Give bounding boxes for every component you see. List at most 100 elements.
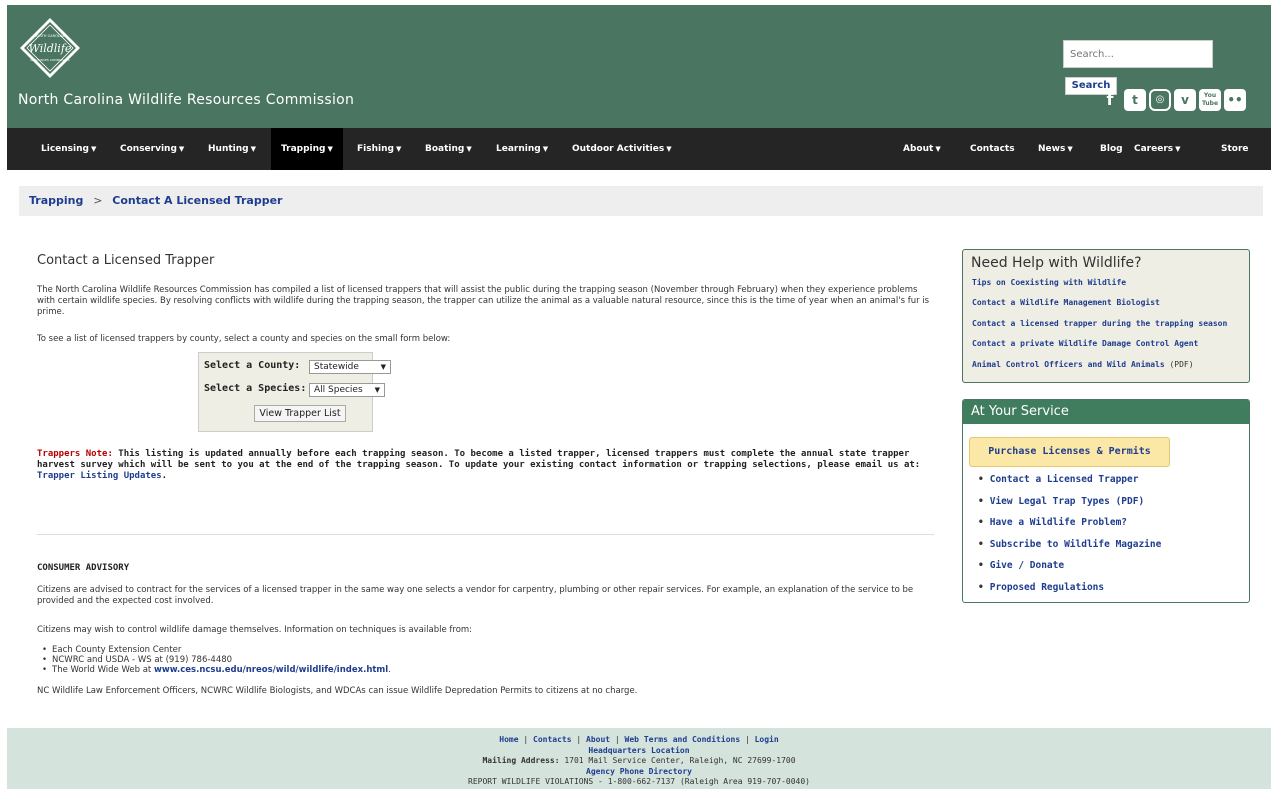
nav-careers[interactable]: Careers ▼ [1134, 128, 1181, 170]
advisory-paragraph-1: Citizens are advised to contract for the… [37, 585, 914, 606]
service-link-regulations[interactable]: • Proposed Regulations [978, 582, 1161, 603]
vimeo-icon[interactable]: v [1174, 89, 1196, 111]
nav-fishing[interactable]: Fishing ▼ [357, 128, 401, 170]
nav-boating[interactable]: Boating ▼ [425, 128, 472, 170]
service-link-magazine[interactable]: • Subscribe to Wildlife Magazine [978, 539, 1161, 561]
trapper-listing-updates-link[interactable]: Trapper Listing Updates [37, 471, 162, 481]
search-input[interactable] [1063, 40, 1213, 68]
nav-about[interactable]: About ▼ [903, 128, 941, 170]
mailing-label: Mailing Address: [482, 756, 560, 765]
page-title: Contact a Licensed Trapper [37, 253, 215, 268]
nav-label: Conserving [120, 144, 177, 154]
chevron-down-icon: ▼ [1175, 145, 1181, 153]
nav-label: Hunting [208, 144, 249, 154]
service-links: • Contact a Licensed Trapper • View Legal … [978, 474, 1161, 603]
footer-terms-link[interactable]: Web Terms and Conditions [625, 735, 741, 744]
nav-label: About [903, 144, 934, 154]
nav-outdoor-activities[interactable]: Outdoor Activities ▼ [572, 128, 672, 170]
service-link-label: View Legal Trap Types (PDF) [989, 495, 1145, 507]
service-link-wildlife-problem[interactable]: • Have a Wildlife Problem? [978, 517, 1161, 539]
instructions-text: To see a list of licensed trappers by co… [37, 334, 451, 344]
footer-login-link[interactable]: Login [755, 735, 779, 744]
nav-label: Outdoor Activities [572, 144, 665, 154]
species-select[interactable]: All Species ▼ [309, 383, 385, 397]
chevron-down-icon: ▼ [1067, 145, 1073, 153]
nav-learning[interactable]: Learning ▼ [496, 128, 548, 170]
list-item: Each County Extension Center [37, 645, 937, 655]
chevron-down-icon: ▼ [374, 386, 380, 394]
footer-sep: | [610, 735, 625, 744]
facebook-icon[interactable]: f [1099, 89, 1121, 111]
trappers-note-end: . [161, 471, 168, 481]
nav-label: Licensing [41, 144, 89, 154]
chevron-down-icon: ▼ [250, 145, 256, 153]
logo-line-2: Wildlife [29, 42, 72, 55]
purchase-licenses-button[interactable]: Purchase Licenses & Permits [969, 437, 1170, 467]
bullet: • [978, 495, 984, 507]
chevron-down-icon: ▼ [395, 145, 402, 153]
help-link-coexisting[interactable]: Tips on Coexisting with Wildlife [972, 278, 1126, 287]
footer-contacts-link[interactable]: Contacts [533, 735, 572, 744]
nav-label: News [1038, 144, 1066, 154]
list-item-prefix: The World Wide Web at [52, 665, 154, 675]
at-your-service-title: At Your Service [963, 400, 1249, 424]
list-item: NCWRC and USDA - WS at (919) 786-4480 [37, 655, 937, 665]
twitter-icon[interactable]: t [1124, 89, 1146, 111]
chevron-down-icon: ▼ [935, 145, 941, 153]
list-item-suffix: . [388, 665, 391, 675]
footer-hq-link[interactable]: Headquarters Location [7, 746, 1271, 757]
nav-label: Blog [1100, 144, 1123, 154]
help-link-trapper[interactable]: Contact a licensed trapper during the tr… [972, 319, 1227, 328]
chevron-down-icon: ▼ [542, 145, 549, 153]
consumer-advisory-heading: CONSUMER ADVISORY [37, 563, 130, 573]
help-link-damage-control-agent[interactable]: Contact a private Wildlife Damage Contro… [972, 339, 1198, 348]
chevron-down-icon: ▼ [380, 363, 386, 371]
at-your-service-box: At Your Service Purchase Licenses & Perm… [962, 399, 1250, 603]
help-link-biologist[interactable]: Contact a Wildlife Management Biologist [972, 298, 1160, 307]
nav-label: Trapping [281, 144, 326, 154]
main-nav: Licensing ▼ Conserving ▼ Hunting ▼ Trapping… [7, 128, 1271, 170]
breadcrumb: Trapping > Contact A Licensed Trapper [19, 186, 1263, 216]
nav-hunting[interactable]: Hunting ▼ [208, 128, 256, 170]
trappers-note: Trappers Note: This listing is updated a… [37, 449, 937, 482]
youtube-icon[interactable]: You Tube [1199, 89, 1221, 111]
nav-conserving[interactable]: Conserving ▼ [120, 128, 184, 170]
site-header: NORTH CAROLINA Wildlife RESOURCES COMMIS… [7, 5, 1271, 128]
service-link-trap-types[interactable]: • View Legal Trap Types (PDF) [978, 496, 1161, 518]
nav-store[interactable]: Store [1221, 128, 1249, 170]
breadcrumb-parent[interactable]: Trapping [29, 194, 83, 207]
flickr-icon[interactable]: •• [1224, 89, 1246, 111]
chevron-down-icon: ▼ [178, 145, 185, 153]
footer-report-violations: REPORT WILDLIFE VIOLATIONS - 1-800-662-7… [468, 777, 810, 786]
bullet: • [978, 538, 984, 550]
service-link-licensed-trapper[interactable]: • Contact a Licensed Trapper [978, 474, 1161, 496]
footer-sep: | [518, 735, 534, 744]
service-link-label: Give / Donate [989, 560, 1065, 571]
breadcrumb-current[interactable]: Contact A Licensed Trapper [112, 194, 282, 207]
species-select-value: All Species [314, 385, 363, 395]
county-select[interactable]: Statewide ▼ [309, 360, 391, 374]
footer-about-link[interactable]: About [586, 735, 610, 744]
nav-trapping[interactable]: Trapping ▼ [271, 128, 343, 170]
nav-licensing[interactable]: Licensing ▼ [41, 128, 96, 170]
nav-news[interactable]: News ▼ [1038, 128, 1073, 170]
breadcrumb-separator: > [93, 194, 103, 207]
footer-home-link[interactable]: Home [499, 735, 518, 744]
instagram-icon[interactable]: ◎ [1149, 89, 1171, 111]
species-label: Select a Species: [204, 383, 307, 394]
trappers-note-text: This listing is updated annually before … [37, 449, 921, 470]
nav-blog[interactable]: Blog [1100, 128, 1123, 170]
site-title[interactable]: North Carolina Wildlife Resources Commis… [18, 92, 354, 108]
nav-label: Store [1221, 144, 1249, 154]
trapper-search-form: Select a County: Statewide ▼ Select a Sp… [198, 352, 391, 432]
service-link-donate[interactable]: • Give / Donate [978, 560, 1161, 582]
wildlife-logo[interactable]: NORTH CAROLINA Wildlife RESOURCES COMMIS… [19, 17, 81, 79]
social-icons: f t ◎ v You Tube •• [1099, 89, 1246, 111]
view-trapper-list-button[interactable]: View Trapper List [254, 405, 346, 422]
nav-contacts[interactable]: Contacts [970, 128, 1015, 170]
mailing-value: 1701 Mail Service Center, Raleigh, NC 27… [559, 756, 796, 765]
footer-phone-directory-link[interactable]: Agency Phone Directory [7, 767, 1271, 778]
ces-website-link[interactable]: www.ces.ncsu.edu/nreos/wild/wildlife/ind… [154, 665, 388, 675]
help-link-animal-control[interactable]: Animal Control Officers and Wild Animals… [972, 360, 1194, 369]
chevron-down-icon: ▼ [90, 145, 97, 153]
